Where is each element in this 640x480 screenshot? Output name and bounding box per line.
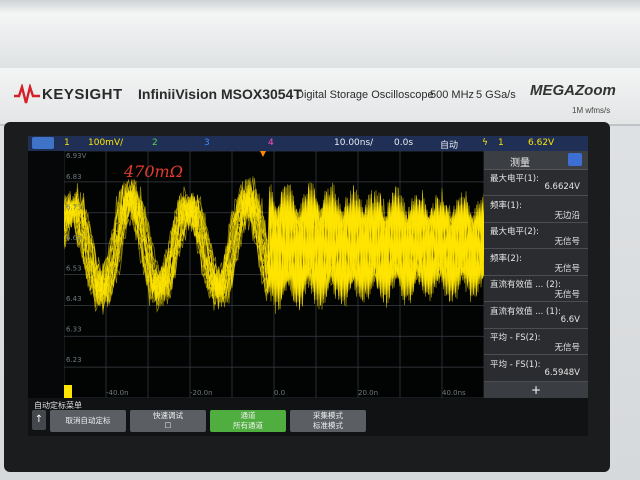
- measurement-label: 平均 - FS(2):: [490, 333, 541, 343]
- y-top-label: 6.93V: [66, 152, 87, 160]
- softkey-label: 采集模式: [313, 411, 343, 420]
- y-tick-label: 6.73: [66, 204, 82, 212]
- add-measurement-button[interactable]: +: [484, 382, 588, 398]
- ch1-indicator[interactable]: 1: [64, 138, 70, 148]
- measurement-item[interactable]: 直流有效值 ... (2): 无信号: [484, 275, 588, 302]
- y-tick-label: 6.83: [66, 173, 82, 181]
- oscilloscope-screen: 1 100mV/ 2 3 4 10.00ns/ 0.0s 自动 ϟ 1 6.62…: [28, 136, 588, 436]
- measurement-label: 直流有效值 ... (2):: [490, 280, 561, 290]
- keysight-logo-icon: [14, 84, 40, 104]
- trigger-edge-icon: ϟ: [482, 138, 488, 148]
- ch1-ground-marker[interactable]: [64, 385, 72, 398]
- softkey-cancel-autoscale[interactable]: 取消自动定标: [50, 410, 126, 432]
- megazoom-subtitle: 1M wfms/s: [572, 106, 611, 115]
- measurement-label: 频率(1):: [490, 200, 522, 211]
- ch2-indicator[interactable]: 2: [152, 138, 158, 148]
- measurement-value: 6.5948V: [544, 367, 580, 378]
- annotation-text: 470mΩ: [124, 162, 183, 181]
- x-tick-label: 20.0n: [358, 389, 378, 397]
- measurement-item[interactable]: 频率(2): 无信号: [484, 249, 588, 276]
- ch3-indicator[interactable]: 3: [204, 138, 210, 148]
- ch4-indicator[interactable]: 4: [268, 138, 274, 148]
- softkey-fast-debug[interactable]: 快速调试 ☐: [130, 410, 206, 432]
- trigger-mode[interactable]: 自动: [440, 138, 458, 151]
- y-tick-label: 6.53: [66, 265, 82, 273]
- back-button[interactable]: ↑: [32, 410, 46, 430]
- measurement-value: 无信号: [554, 263, 580, 274]
- delay[interactable]: 0.0s: [394, 138, 413, 148]
- y-tick-label: 6.63: [66, 234, 82, 242]
- ch1-scale[interactable]: 100mV/: [88, 138, 123, 148]
- brand-company: KEYSIGHT: [42, 86, 123, 103]
- measurement-item[interactable]: 频率(1): 无边沿: [484, 196, 588, 223]
- measurement-value: 无信号: [554, 290, 580, 300]
- megazoom-logo: MEGAZoom: [530, 82, 616, 99]
- measurement-label: 直流有效值 ... (1):: [490, 306, 561, 317]
- measurement-panel: 测量 最大电平(1): 6.6624V 频率(1): 无边沿 最大电平(2): 无信号 频率…: [484, 151, 588, 398]
- softkey-label: 快速调试: [153, 411, 183, 420]
- measurement-value: 无边沿: [554, 210, 580, 221]
- measurement-item[interactable]: 最大电平(1): 6.6624V: [484, 169, 588, 196]
- timebase[interactable]: 10.00ns/: [334, 138, 373, 148]
- waveform-plot: 6.93V 6.83 6.73 6.63 6.53 6.43 6.33 6.23 -40.0n…: [64, 151, 484, 398]
- y-tick-label: 6.33: [66, 326, 82, 334]
- softkey-value: 所有通道: [233, 421, 263, 430]
- measurement-panel-header: 测量: [484, 151, 588, 170]
- brand-sample-rate: 5 GSa/s: [476, 89, 516, 101]
- measurement-value: 无信号: [554, 343, 580, 353]
- x-tick-label: -20.0n: [190, 389, 213, 397]
- measurement-item[interactable]: 最大电平(2): 无信号: [484, 222, 588, 249]
- y-tick-label: 6.23: [66, 356, 82, 364]
- softkey-channels[interactable]: 通道 所有通道: [210, 410, 286, 432]
- softkey-acquire-mode[interactable]: 采集模式 标准模式: [290, 410, 366, 432]
- measurement-label: 最大电平(1):: [490, 174, 539, 184]
- home-icon[interactable]: [32, 137, 54, 149]
- measurement-label: 平均 - FS(1):: [490, 359, 541, 370]
- measurement-label: 频率(2):: [490, 253, 522, 264]
- x-tick-label: 40.0ns: [442, 389, 466, 397]
- measurement-panel-title: 测量: [510, 158, 530, 169]
- x-tick-label: 0.0: [274, 389, 285, 397]
- x-tick-label: -40.0n: [106, 389, 129, 397]
- softkey-value: 标准模式: [313, 421, 343, 430]
- scope-upper-housing: [0, 0, 640, 68]
- checkbox-icon[interactable]: ☐: [130, 421, 206, 431]
- softkey-bar: 自动定标菜单 ↑ 取消自动定标 快速调试 ☐ 通道 所有通道 采集模式 标准模式: [28, 398, 588, 436]
- status-bar: 1 100mV/ 2 3 4 10.00ns/ 0.0s 自动 ϟ 1 6.62…: [28, 136, 588, 151]
- trigger-position-icon: [260, 151, 266, 157]
- measurement-value: 6.6V: [560, 314, 580, 325]
- measurement-value: 6.6624V: [544, 182, 580, 192]
- trigger-source[interactable]: 1: [498, 138, 504, 148]
- measurement-value: 无信号: [554, 237, 580, 247]
- measurement-item[interactable]: 直流有效值 ... (1): 6.6V: [484, 302, 588, 329]
- brand-bandwidth: 500 MHz: [430, 89, 475, 101]
- softkey-label: 取消自动定标: [65, 416, 111, 425]
- measurement-item[interactable]: 平均 - FS(1): 6.5948V: [484, 355, 588, 382]
- menu-icon[interactable]: [568, 153, 582, 166]
- trigger-level[interactable]: 6.62V: [528, 138, 554, 148]
- measurement-label: 最大电平(2):: [490, 227, 539, 237]
- brand-model: InfiniiVision MSOX3054T: [138, 86, 302, 102]
- softkey-label: 通道: [240, 411, 256, 420]
- brand-description: Digital Storage Oscilloscope: [296, 89, 434, 101]
- measurement-item[interactable]: 平均 - FS(2): 无信号: [484, 328, 588, 355]
- y-tick-label: 6.43: [66, 295, 82, 303]
